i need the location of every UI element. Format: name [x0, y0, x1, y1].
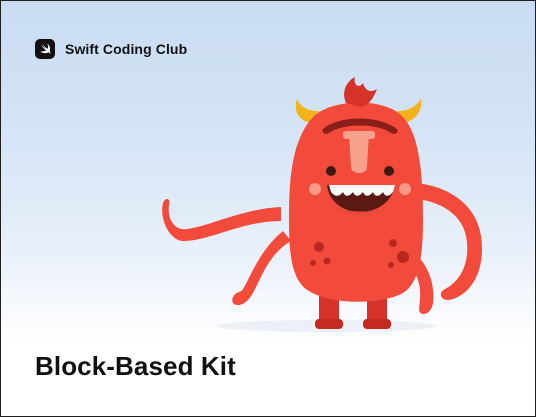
brand-header: Swift Coding Club [35, 39, 187, 59]
kit-card: Swift Coding Club Block-Based Kit [0, 0, 536, 417]
kit-title: Block-Based Kit [35, 351, 236, 381]
left-tentacle [162, 198, 281, 241]
brand-title: Swift Coding Club [65, 41, 188, 57]
left-eye [326, 166, 336, 176]
red-monster-illustration [162, 77, 482, 332]
swift-logo-icon [35, 39, 55, 59]
lower-left-tentacle [232, 231, 291, 306]
hair-tuft [344, 77, 377, 107]
right-eye [384, 166, 394, 176]
